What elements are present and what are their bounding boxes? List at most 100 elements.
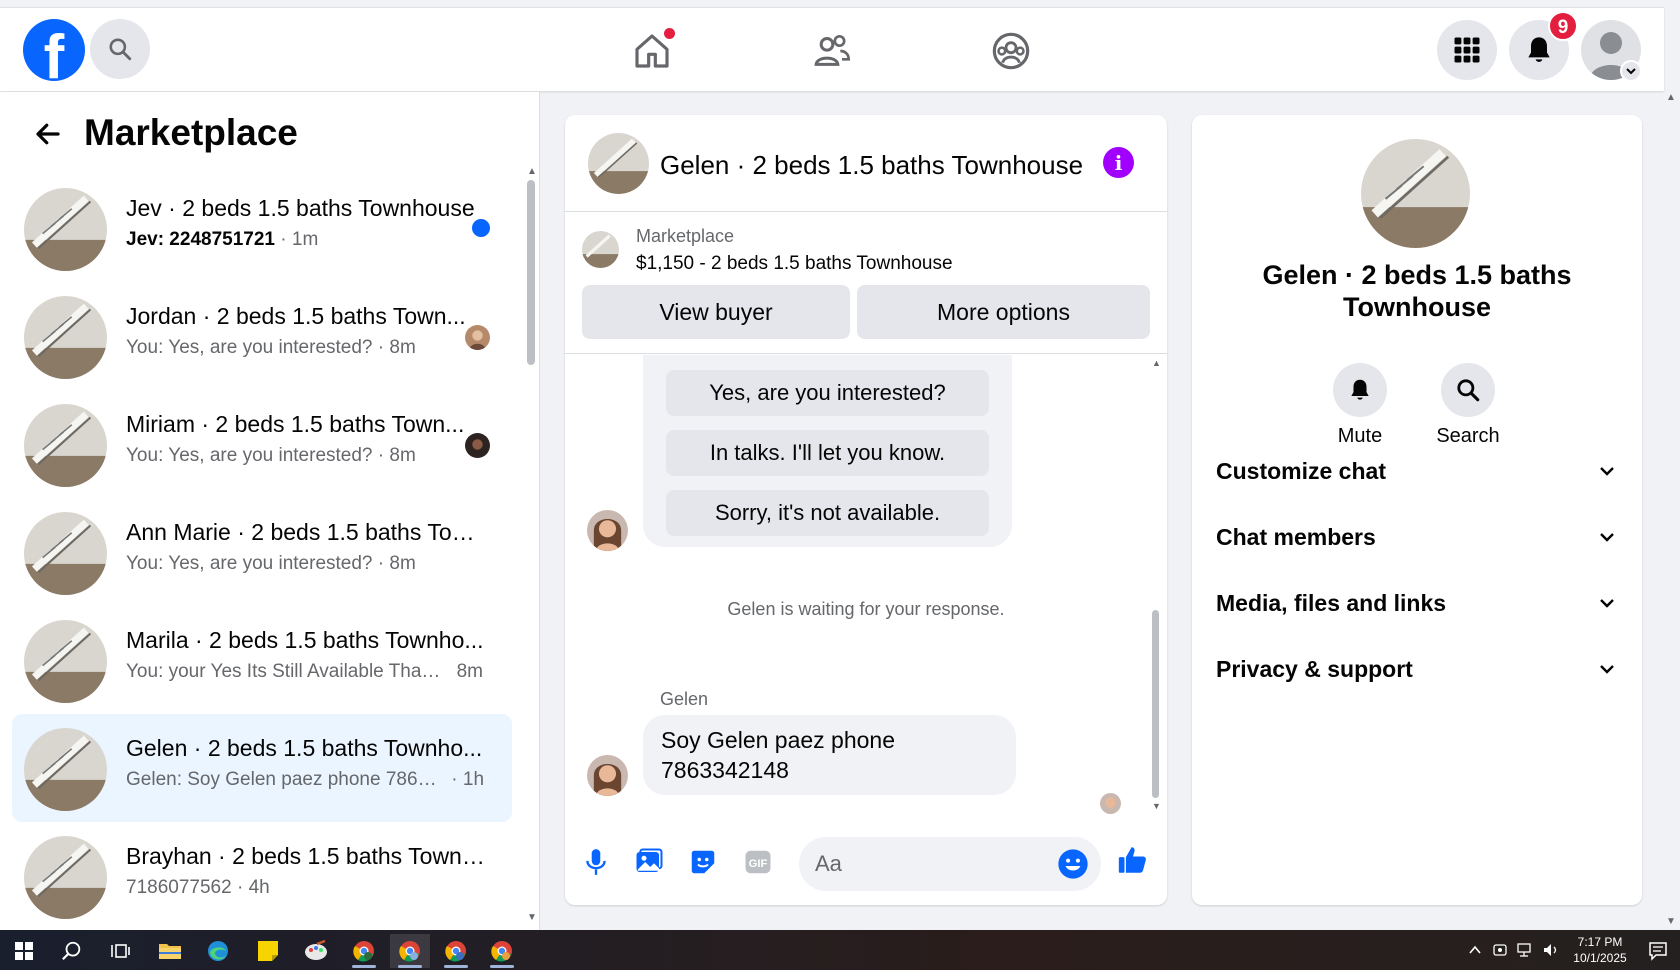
- chat-avatar[interactable]: [588, 133, 649, 194]
- chat-members-section[interactable]: Chat members: [1214, 512, 1619, 562]
- mute-action[interactable]: Mute: [1315, 363, 1405, 448]
- gif-button[interactable]: GIF: [741, 845, 775, 879]
- conversation-avatar[interactable]: [1361, 139, 1470, 248]
- task-view-icon: [111, 944, 130, 958]
- chevron-up-icon[interactable]: [1468, 943, 1482, 957]
- message-input-container: [799, 837, 1101, 891]
- system-clock[interactable]: 7:17 PM 10/1/2025: [1565, 934, 1635, 966]
- conversation-item[interactable]: Miriam · 2 beds 1.5 baths Town... You: Y…: [12, 390, 512, 498]
- svg-text:GIF: GIF: [749, 858, 768, 870]
- search-icon: [109, 38, 132, 61]
- conversation-item[interactable]: Jev · 2 beds 1.5 baths Townhouse Jev: 22…: [12, 174, 512, 282]
- sender-avatar[interactable]: [587, 510, 628, 551]
- attach-media-button[interactable]: [632, 845, 666, 879]
- home-notification-dot: [664, 28, 675, 39]
- quick-replies-card: Yes, are you interested? In talks. I'll …: [643, 355, 1012, 547]
- chrome-app-active[interactable]: [390, 934, 430, 968]
- conversation-preview: You: Yes, are you interested? · 8m: [126, 445, 416, 466]
- meet-now-icon[interactable]: [1492, 942, 1508, 958]
- edge-browser-app[interactable]: [198, 934, 238, 968]
- page-scroll-up[interactable]: ▲: [1666, 92, 1676, 103]
- conversation-item[interactable]: Brayhan · 2 beds 1.5 baths Townh... 7186…: [12, 822, 512, 930]
- like-button[interactable]: [1116, 843, 1150, 877]
- folder-icon: [159, 944, 181, 959]
- view-buyer-button[interactable]: View buyer: [582, 285, 850, 339]
- listing-thumbnail: [24, 296, 107, 379]
- search-label: Search: [1436, 425, 1500, 447]
- friends-tab[interactable]: [804, 26, 860, 76]
- sidebar-scroll-up[interactable]: ▲: [527, 166, 537, 177]
- network-icon[interactable]: [1516, 942, 1534, 958]
- voice-clip-button[interactable]: [579, 845, 613, 879]
- sender-avatar[interactable]: [587, 755, 628, 796]
- home-tab[interactable]: [624, 26, 680, 76]
- quick-reply-button[interactable]: Yes, are you interested?: [666, 370, 989, 416]
- menu-button[interactable]: [1437, 20, 1497, 80]
- action-center-button[interactable]: [1638, 934, 1678, 968]
- emoji-icon[interactable]: [1057, 848, 1089, 880]
- conversation-title: Miriam · 2 beds 1.5 baths Town...: [126, 411, 465, 437]
- back-button[interactable]: [28, 114, 68, 154]
- sidebar-scroll-down[interactable]: ▼: [527, 912, 537, 923]
- customize-chat-section[interactable]: Customize chat: [1214, 446, 1619, 496]
- conversation-preview: Gelen: Soy Gelen paez phone 78633... · 1…: [126, 769, 485, 790]
- file-explorer-app[interactable]: [150, 934, 190, 968]
- chrome-app[interactable]: [344, 934, 384, 968]
- conversation-item-active[interactable]: Gelen · 2 beds 1.5 baths Townho... Gelen…: [12, 714, 512, 822]
- message-input[interactable]: [815, 849, 1055, 879]
- page-scroll-down[interactable]: ▼: [1666, 916, 1676, 927]
- info-button[interactable]: i: [1103, 147, 1134, 178]
- conversation-preview: You: Yes, are you interested? · 8m: [126, 553, 416, 574]
- conversation-item[interactable]: Marila · 2 beds 1.5 baths Townho... You:…: [12, 606, 512, 714]
- search-action[interactable]: Search: [1423, 363, 1513, 448]
- message-thread: Yes, are you interested? In talks. I'll …: [565, 355, 1167, 820]
- search-button[interactable]: [90, 19, 150, 79]
- chrome-icon: [491, 941, 512, 962]
- sidebar-scrollbar[interactable]: [527, 180, 535, 365]
- volume-icon[interactable]: [1542, 942, 1560, 958]
- quick-reply-button[interactable]: Sorry, it's not available.: [666, 490, 989, 536]
- mute-button[interactable]: [1333, 363, 1387, 417]
- media-files-links-section[interactable]: Media, files and links: [1214, 578, 1619, 628]
- chat-title[interactable]: Gelen · 2 beds 1.5 baths Townhouse: [660, 150, 1083, 181]
- sticker-button[interactable]: [686, 845, 720, 879]
- chrome-icon: [353, 941, 374, 962]
- conversation-item[interactable]: Jordan · 2 beds 1.5 baths Town... You: Y…: [12, 282, 512, 390]
- chevron-down-icon: [1600, 599, 1614, 608]
- conversation-title: Gelen · 2 beds 1.5 baths Townho...: [126, 735, 483, 761]
- chat-scrollbar[interactable]: [1152, 610, 1159, 798]
- chrome-app[interactable]: [436, 934, 476, 968]
- listing-title[interactable]: $1,150 - 2 beds 1.5 baths Townhouse: [636, 253, 953, 275]
- conversation-item[interactable]: Ann Marie · 2 beds 1.5 baths Tow... You:…: [12, 498, 512, 606]
- account-menu-caret[interactable]: [1620, 60, 1642, 82]
- chat-scroll-down[interactable]: ▼: [1152, 801, 1161, 811]
- task-view-button[interactable]: [100, 934, 140, 968]
- chat-header: Gelen · 2 beds 1.5 baths Townhouse i: [565, 115, 1167, 212]
- quick-reply-button[interactable]: In talks. I'll let you know.: [666, 430, 989, 476]
- marketplace-listing-banner: Marketplace $1,150 - 2 beds 1.5 baths To…: [565, 212, 1167, 354]
- conversation-details-panel: Gelen · 2 beds 1.5 baths Townhouse Mute …: [1192, 115, 1642, 905]
- listing-thumbnail: [582, 231, 619, 268]
- taskbar-search-button[interactable]: [52, 934, 92, 968]
- chat-scroll-up[interactable]: ▲: [1152, 358, 1161, 368]
- marketplace-label: Marketplace: [636, 226, 735, 246]
- message-composer: GIF: [565, 823, 1167, 905]
- more-options-button[interactable]: More options: [857, 285, 1150, 339]
- start-button[interactable]: [4, 934, 44, 968]
- conversation-title: Jev · 2 beds 1.5 baths Townhouse: [126, 195, 475, 221]
- palette-icon: [305, 940, 327, 960]
- sticky-notes-app[interactable]: [248, 934, 288, 968]
- conversation-preview: Jev: 2248751721 · 1m: [126, 229, 319, 250]
- chrome-app[interactable]: [482, 934, 522, 968]
- thumbs-up-icon: [1118, 847, 1146, 873]
- read-receipt-avatar: [465, 433, 490, 458]
- facebook-logo[interactable]: f: [23, 19, 85, 89]
- message-bubble[interactable]: Soy Gelen paez phone 7863342148: [643, 715, 1016, 795]
- groups-tab[interactable]: [983, 26, 1039, 76]
- search-in-conversation-button[interactable]: [1441, 363, 1495, 417]
- top-navigation-bar: f 9: [0, 7, 1664, 91]
- privacy-support-section[interactable]: Privacy & support: [1214, 644, 1619, 694]
- paint-app[interactable]: [296, 934, 336, 968]
- grid-menu-icon: [1454, 37, 1480, 63]
- waiting-status-text: Gelen is waiting for your response.: [727, 599, 1005, 619]
